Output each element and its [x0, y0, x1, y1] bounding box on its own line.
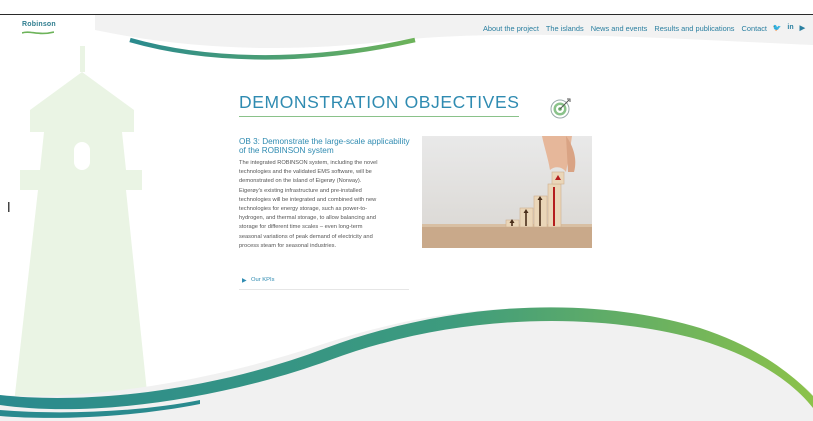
site-header: Robinson About the project The islands N… — [0, 15, 813, 45]
objective-heading: OB 3: Demonstrate the large-scale applic… — [239, 137, 410, 156]
body-line: technologies and the validated EMS softw… — [239, 169, 372, 176]
nav-islands[interactable]: The islands — [546, 24, 584, 33]
nav-about[interactable]: About the project — [483, 24, 539, 33]
growth-blocks-photo — [422, 136, 592, 248]
caret-right-icon: ▶ — [242, 278, 247, 284]
body-line: seasonal variations of peak demand of el… — [239, 233, 373, 240]
objective-description: The integrated ROBINSON system, includin… — [239, 159, 409, 251]
kpi-accordion[interactable]: ▶ Our KPIs — [239, 275, 409, 290]
logo-wave-icon — [22, 31, 54, 35]
lighthouse-graphic — [12, 46, 150, 421]
youtube-icon[interactable]: ▶ — [800, 24, 805, 32]
body-line: technologies for energy storage, such as… — [239, 206, 368, 213]
body-line: hydrogen, and thermal storage, to allow … — [239, 215, 376, 222]
title-divider — [239, 116, 519, 117]
nav-contact[interactable]: Contact — [742, 24, 767, 33]
body-line: technologies will be integrated and comb… — [239, 196, 377, 203]
target-icon — [550, 98, 571, 119]
body-line: Eigerøy's existing infrastructure and pr… — [239, 187, 362, 194]
kpi-link[interactable]: Our KPIs — [251, 277, 275, 283]
body-line: The integrated ROBINSON system, includin… — [239, 160, 378, 166]
logo-text: Robinson — [22, 21, 56, 28]
main-nav: About the project The islands News and e… — [483, 24, 767, 33]
nav-news[interactable]: News and events — [591, 24, 648, 33]
body-line: demonstrated on the island of Eigerøy (N… — [239, 178, 362, 185]
body-line: storage for different time scales – even… — [239, 224, 363, 231]
twitter-icon[interactable]: 🐦 — [773, 24, 782, 32]
body-line: process steam for seasonal industries. — [239, 242, 337, 249]
linkedin-icon[interactable]: in — [787, 24, 793, 32]
nav-results[interactable]: Results and publications — [654, 24, 734, 33]
social-links: 🐦 in ▶ — [773, 24, 805, 32]
page-title: DEMONSTRATION OBJECTIVES — [239, 92, 520, 112]
